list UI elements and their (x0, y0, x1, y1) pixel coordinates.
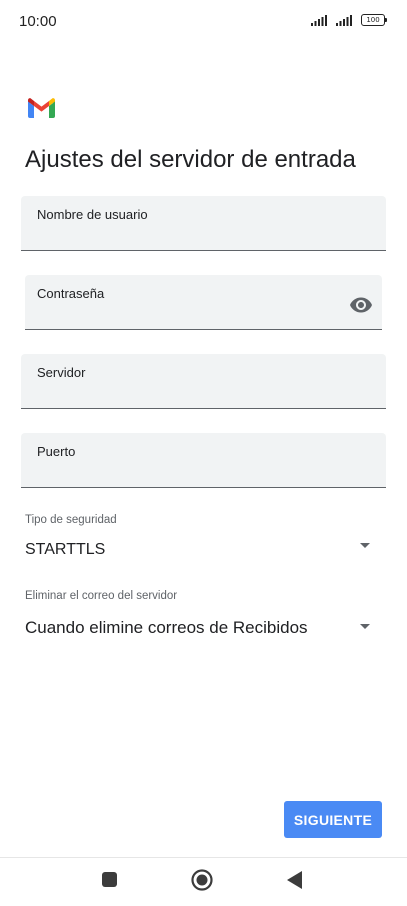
password-label: Contraseña (37, 286, 105, 301)
nav-bar-divider (0, 857, 407, 858)
status-time: 10:00 (19, 13, 57, 30)
recents-square-icon[interactable] (102, 872, 117, 887)
delete-mail-select[interactable]: Cuando elimine correos de Recibidos (20, 608, 382, 644)
port-label: Puerto (37, 444, 76, 459)
status-bar: 10:00 100 (0, 0, 407, 44)
home-circle-icon[interactable] (191, 869, 213, 891)
status-indicators: 100 (311, 14, 387, 26)
eye-icon[interactable] (349, 293, 373, 317)
port-field[interactable]: Puerto (21, 433, 386, 488)
delete-mail-caption: Eliminar el correo del servidor (25, 590, 178, 602)
next-button[interactable]: SIGUIENTE (284, 801, 382, 838)
server-field[interactable]: Servidor (21, 354, 386, 409)
back-triangle-icon[interactable] (287, 871, 302, 889)
username-label: Nombre de usuario (37, 207, 148, 222)
username-field[interactable]: Nombre de usuario (21, 196, 386, 251)
signal-icon (311, 14, 327, 26)
chevron-down-icon (360, 543, 370, 548)
battery-icon: 100 (361, 14, 387, 26)
delete-mail-value: Cuando elimine correos de Recibidos (25, 618, 308, 637)
chevron-down-icon (360, 624, 370, 629)
incoming-server-settings-screen: 10:00 100 Ajustes del servidor de entrad… (0, 0, 407, 906)
security-type-caption: Tipo de seguridad (25, 514, 117, 526)
security-type-value: STARTTLS (25, 541, 106, 558)
gmail-logo-icon (28, 98, 55, 118)
password-field[interactable]: Contraseña (25, 275, 382, 330)
page-title: Ajustes del servidor de entrada (25, 146, 356, 173)
security-type-select[interactable]: STARTTLS (20, 532, 382, 566)
signal-icon-sim2 (336, 14, 352, 26)
server-label: Servidor (37, 365, 86, 380)
